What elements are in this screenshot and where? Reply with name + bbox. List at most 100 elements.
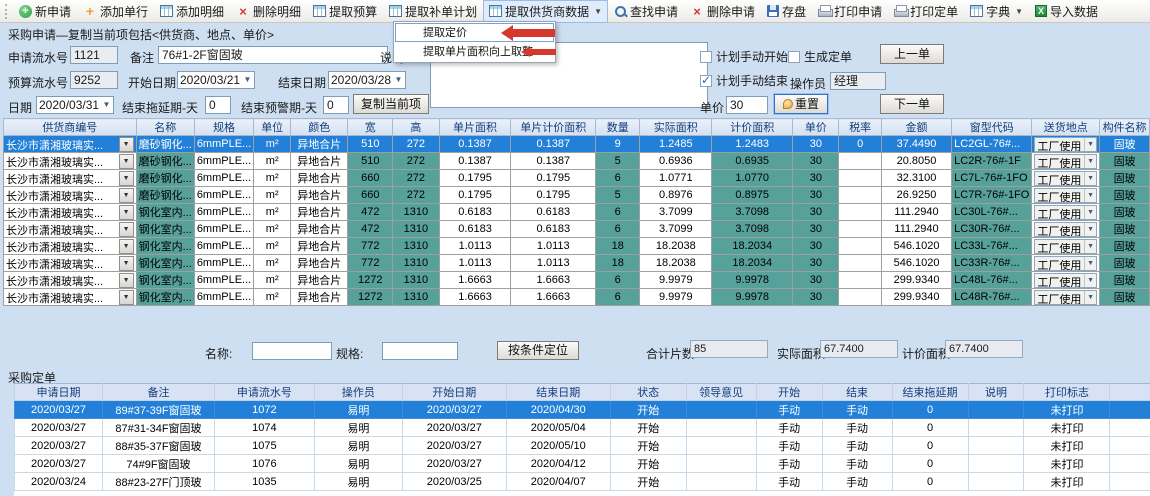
- cell[interactable]: 开始: [610, 455, 686, 473]
- cell[interactable]: 1035: [214, 473, 314, 491]
- end-date-picker[interactable]: 2020/03/28 ▼: [328, 71, 406, 89]
- cell[interactable]: 磨砂钢化...: [136, 187, 194, 204]
- chevron-down-icon[interactable]: ▼: [119, 171, 134, 186]
- cell[interactable]: 固玻: [1100, 204, 1150, 221]
- cell[interactable]: 异地合片: [291, 204, 348, 221]
- cell[interactable]: [839, 153, 881, 170]
- cell[interactable]: 长沙市潇湘玻璃实...▼: [4, 170, 137, 187]
- cell[interactable]: 长沙市潇湘玻璃实...▼: [4, 238, 137, 255]
- cell[interactable]: 1.6663: [511, 289, 596, 306]
- cell[interactable]: 2020/05/10: [506, 437, 610, 455]
- cell[interactable]: 1310: [393, 272, 440, 289]
- cell[interactable]: 工厂使用▼: [1032, 204, 1100, 221]
- cell[interactable]: 长沙市潇湘玻璃实...▼: [4, 187, 137, 204]
- date-picker[interactable]: 2020/03/31 ▼: [36, 96, 114, 114]
- cell[interactable]: 0: [892, 419, 968, 437]
- delivery-combo[interactable]: 工厂使用▼: [1034, 256, 1097, 271]
- cell[interactable]: LC30L-76#...: [952, 204, 1032, 221]
- toolbar-button[interactable]: +新申请: [13, 0, 77, 23]
- cell[interactable]: 1.6663: [511, 272, 596, 289]
- cell[interactable]: 1075: [214, 437, 314, 455]
- cell[interactable]: 开始: [610, 419, 686, 437]
- chevron-down-icon[interactable]: ▼: [119, 256, 134, 271]
- cell[interactable]: 工厂使用▼: [1032, 187, 1100, 204]
- copy-current-button[interactable]: 复制当前项: [353, 94, 429, 114]
- cell[interactable]: 546.1020: [881, 255, 951, 272]
- cell[interactable]: 6: [596, 221, 640, 238]
- cell[interactable]: m²: [254, 238, 291, 255]
- cell[interactable]: 660: [348, 187, 393, 204]
- checkbox-icon[interactable]: [700, 51, 712, 63]
- cell[interactable]: 0.6183: [439, 221, 511, 238]
- cell[interactable]: LC33L-76#...: [952, 238, 1032, 255]
- chevron-down-icon[interactable]: ▼: [119, 188, 134, 203]
- cell[interactable]: 18.2034: [712, 255, 793, 272]
- cell[interactable]: 3.7098: [712, 221, 793, 238]
- cell[interactable]: 固玻: [1100, 221, 1150, 238]
- table-row[interactable]: 长沙市潇湘玻璃实...▼钢化室内...6mmPLE...m²异地合片127213…: [4, 289, 1150, 306]
- cell[interactable]: 固玻: [1100, 170, 1150, 187]
- cell[interactable]: 未打印: [1024, 455, 1110, 473]
- budget-field[interactable]: 9252: [70, 71, 118, 89]
- delivery-combo[interactable]: 工厂使用▼: [1034, 137, 1097, 152]
- toolbar-button[interactable]: X导入数据: [1029, 0, 1104, 23]
- cell[interactable]: 3.7099: [640, 204, 712, 221]
- chevron-down-icon[interactable]: ▼: [1084, 206, 1096, 219]
- cell[interactable]: 2020/03/27: [402, 419, 506, 437]
- cell[interactable]: 2020/03/27: [402, 437, 506, 455]
- cell[interactable]: 6mmPLE...: [194, 221, 253, 238]
- cell[interactable]: 固玻: [1100, 136, 1150, 153]
- cell[interactable]: 工厂使用▼: [1032, 221, 1100, 238]
- cell[interactable]: 易明: [314, 437, 402, 455]
- cell[interactable]: 0.1795: [439, 187, 511, 204]
- cell[interactable]: 0.1795: [511, 170, 596, 187]
- cell[interactable]: 272: [393, 136, 440, 153]
- cell[interactable]: m²: [254, 204, 291, 221]
- cell[interactable]: m²: [254, 289, 291, 306]
- cell[interactable]: 1310: [393, 238, 440, 255]
- chevron-down-icon[interactable]: ▼: [119, 137, 134, 152]
- cell[interactable]: 长沙市潇湘玻璃实...▼: [4, 204, 137, 221]
- cell[interactable]: 88#35-37F窗固玻: [102, 437, 214, 455]
- cell[interactable]: 易明: [314, 419, 402, 437]
- toolbar-button[interactable]: 添加明细: [154, 0, 230, 23]
- table-row[interactable]: 长沙市潇湘玻璃实...▼磨砂钢化...6mmPLE...m²异地合片660272…: [4, 187, 1150, 204]
- toolbar-button[interactable]: 字典▼: [964, 0, 1029, 23]
- note-input[interactable]: 76#1-2F窗固玻: [158, 46, 388, 64]
- cell[interactable]: 6: [596, 204, 640, 221]
- cell[interactable]: 1.0113: [511, 255, 596, 272]
- cell[interactable]: 固玻: [1100, 255, 1150, 272]
- order-row[interactable]: 2020/03/2787#31-34F窗固玻1074易明2020/03/2720…: [15, 419, 1150, 437]
- cell[interactable]: [839, 255, 881, 272]
- toolbar-button[interactable]: 查找申请: [608, 0, 684, 23]
- table-row[interactable]: 长沙市潇湘玻璃实...▼磨砂钢化...6mmPLE...m²异地合片510272…: [4, 153, 1150, 170]
- cell[interactable]: 88#23-27F门顶玻: [102, 473, 214, 491]
- cell[interactable]: 30: [793, 255, 839, 272]
- cell[interactable]: 2020/03/27: [15, 455, 103, 473]
- cell[interactable]: 工厂使用▼: [1032, 255, 1100, 272]
- cell[interactable]: 5: [596, 187, 640, 204]
- cell[interactable]: 2020/03/27: [402, 455, 506, 473]
- cell[interactable]: 272: [393, 170, 440, 187]
- cell[interactable]: 6mmPLE...: [194, 153, 253, 170]
- toolbar-button[interactable]: 存盘: [761, 0, 812, 23]
- cell[interactable]: 工厂使用▼: [1032, 272, 1100, 289]
- cell[interactable]: 20.8050: [881, 153, 951, 170]
- delivery-combo[interactable]: 工厂使用▼: [1034, 171, 1097, 186]
- supplier-combo[interactable]: 长沙市潇湘玻璃实...▼: [6, 154, 134, 169]
- chevron-down-icon[interactable]: ▼: [119, 205, 134, 220]
- supplier-combo[interactable]: 长沙市潇湘玻璃实...▼: [6, 222, 134, 237]
- cell[interactable]: 9.9979: [640, 289, 712, 306]
- supplier-combo[interactable]: 长沙市潇湘玻璃实...▼: [6, 171, 134, 186]
- cell[interactable]: 工厂使用▼: [1032, 153, 1100, 170]
- cell[interactable]: 6mmPLE...: [194, 204, 253, 221]
- cell[interactable]: LC30R-76#...: [952, 221, 1032, 238]
- cell[interactable]: 异地合片: [291, 187, 348, 204]
- cell[interactable]: 2020/04/30: [506, 401, 610, 419]
- cell[interactable]: 磨砂钢化...: [136, 170, 194, 187]
- cell[interactable]: 0.6183: [511, 204, 596, 221]
- cell[interactable]: 未打印: [1024, 473, 1110, 491]
- cell[interactable]: [968, 401, 1024, 419]
- cell[interactable]: 工厂使用▼: [1032, 238, 1100, 255]
- chevron-down-icon[interactable]: ▼: [392, 72, 405, 88]
